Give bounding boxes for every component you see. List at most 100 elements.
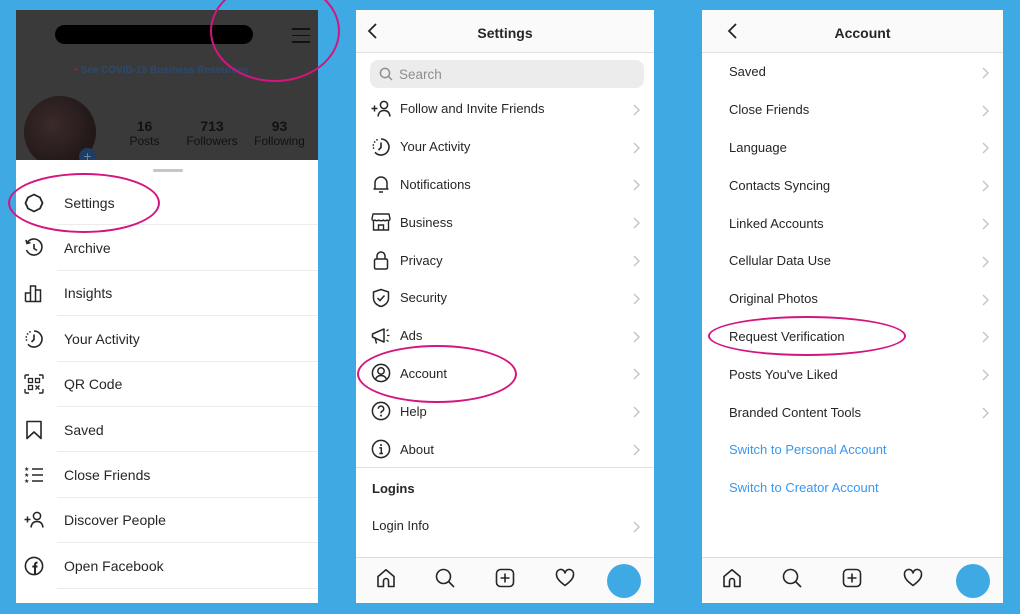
account-icon [370, 362, 392, 384]
chevron-right-icon [982, 141, 989, 154]
settings-item-label: About [400, 441, 434, 457]
add-person-icon [23, 509, 45, 531]
settings-item-label: Help [400, 403, 427, 419]
menu-item-label: Saved [64, 421, 104, 438]
account-item-language[interactable]: Language [702, 129, 1003, 167]
profile-menu-screen: • See COVID-19 Business Resources + 16 Pos… [16, 10, 318, 603]
settings-item-security[interactable]: Security [356, 279, 654, 317]
tab-new-post[interactable] [822, 558, 882, 603]
chevron-right-icon [633, 216, 640, 229]
link-label: Switch to Creator Account [729, 480, 879, 496]
hamburger-menu-icon[interactable] [292, 28, 310, 43]
settings-item-your-activity[interactable]: Your Activity [356, 128, 654, 166]
stat-followers[interactable]: 713 Followers [180, 118, 245, 148]
account-item-original-photos[interactable]: Original Photos [702, 280, 1003, 318]
menu-item-close-friends[interactable]: ★ ★ ★ Close Friends [16, 452, 318, 499]
chevron-right-icon [633, 254, 640, 267]
settings-item-label: Follow and Invite Friends [400, 101, 545, 117]
activity-icon [23, 328, 45, 350]
covid-resources-link[interactable]: • See COVID-19 Business Resources [74, 65, 248, 76]
chevron-right-icon [982, 406, 989, 419]
heart-icon [555, 568, 575, 593]
tab-home[interactable] [702, 558, 762, 603]
chevron-right-icon [982, 179, 989, 192]
switch-to-personal-link[interactable]: Switch to Personal Account [702, 431, 1003, 469]
chevron-right-icon [633, 141, 640, 154]
menu-item-insights[interactable]: Insights [16, 271, 318, 317]
settings-item-business[interactable]: Business [356, 203, 654, 241]
bottom-tab-bar [356, 557, 654, 603]
stat-following[interactable]: 93 Following [247, 118, 312, 148]
tab-activity[interactable] [883, 558, 943, 603]
account-item-label: Cellular Data Use [729, 253, 831, 269]
menu-item-qr-code[interactable]: QR Code [16, 362, 318, 408]
account-item-label: Contacts Syncing [729, 177, 831, 193]
account-item-branded-content[interactable]: Branded Content Tools [702, 393, 1003, 431]
menu-item-label: Settings [64, 194, 115, 211]
tab-home[interactable] [356, 558, 416, 603]
info-icon [370, 438, 392, 460]
menu-item-archive[interactable]: Archive [16, 225, 318, 272]
settings-list: Follow and Invite Friends Your Activity … [356, 90, 654, 468]
account-item-contacts-syncing[interactable]: Contacts Syncing [702, 166, 1003, 204]
chevron-right-icon [633, 367, 640, 380]
chevron-right-icon [982, 330, 989, 343]
facebook-icon [23, 555, 45, 577]
account-item-label: Posts You've Liked [729, 366, 838, 382]
tab-search[interactable] [416, 558, 476, 603]
megaphone-icon [370, 325, 392, 347]
profile-avatar [607, 563, 642, 598]
account-item-close-friends[interactable]: Close Friends [702, 91, 1003, 129]
settings-item-label: Notifications [400, 176, 471, 192]
tab-activity[interactable] [535, 558, 595, 603]
settings-item-help[interactable]: Help [356, 392, 654, 430]
menu-item-label: Archive [64, 240, 111, 257]
profile-header-dimmed: • See COVID-19 Business Resources + 16 Pos… [16, 10, 318, 168]
tab-new-post[interactable] [475, 558, 535, 603]
chevron-right-icon [982, 293, 989, 306]
profile-avatar [955, 563, 990, 598]
add-person-icon [370, 98, 392, 120]
account-item-request-verification[interactable]: Request Verification [702, 318, 1003, 356]
menu-item-your-activity[interactable]: Your Activity [16, 316, 318, 362]
switch-to-creator-link[interactable]: Switch to Creator Account [702, 469, 1003, 507]
chevron-right-icon [633, 103, 640, 116]
settings-item-account[interactable]: Account [356, 355, 654, 393]
menu-item-saved[interactable]: Saved [16, 407, 318, 453]
search-input[interactable] [399, 66, 599, 82]
account-item-label: Linked Accounts [729, 215, 824, 231]
settings-item-privacy[interactable]: Privacy [356, 241, 654, 279]
tab-profile[interactable] [943, 558, 1003, 603]
settings-item-follow-invite[interactable]: Follow and Invite Friends [356, 90, 654, 128]
link-label: Switch to Personal Account [729, 442, 887, 458]
heart-icon [903, 568, 923, 593]
chevron-right-icon [633, 520, 640, 533]
menu-sheet: Settings Archive Insights Your Activity … [16, 160, 318, 603]
settings-item-login-info[interactable]: Login Info [356, 507, 654, 545]
lock-icon [370, 249, 392, 271]
account-screen: Account Saved Close Friends Language Con… [702, 10, 1003, 603]
menu-item-label: Open Facebook [64, 557, 164, 574]
close-friends-icon: ★ ★ ★ [23, 464, 45, 486]
sheet-grabber[interactable] [153, 169, 183, 172]
page-title: Settings [477, 25, 533, 41]
stat-posts[interactable]: 16 Posts [112, 118, 177, 148]
account-item-cellular-data[interactable]: Cellular Data Use [702, 242, 1003, 280]
menu-item-discover-people[interactable]: Discover People [16, 498, 318, 544]
svg-text:★: ★ [24, 478, 29, 485]
account-item-linked-accounts[interactable]: Linked Accounts [702, 204, 1003, 242]
account-item-posts-liked[interactable]: Posts You've Liked [702, 355, 1003, 393]
account-item-saved[interactable]: Saved [702, 53, 1003, 91]
account-list: Saved Close Friends Language Contacts Sy… [702, 53, 1003, 507]
tab-search[interactable] [762, 558, 822, 603]
menu-item-settings[interactable]: Settings [16, 180, 318, 226]
settings-item-about[interactable]: About [356, 430, 654, 468]
redacted-username [55, 25, 253, 44]
search-icon [379, 67, 393, 81]
settings-item-notifications[interactable]: Notifications [356, 166, 654, 204]
tab-profile[interactable] [594, 558, 654, 603]
menu-item-open-facebook[interactable]: Open Facebook [16, 543, 318, 589]
settings-item-ads[interactable]: Ads [356, 317, 654, 355]
settings-search-field[interactable] [370, 60, 644, 88]
archive-icon [23, 237, 45, 259]
